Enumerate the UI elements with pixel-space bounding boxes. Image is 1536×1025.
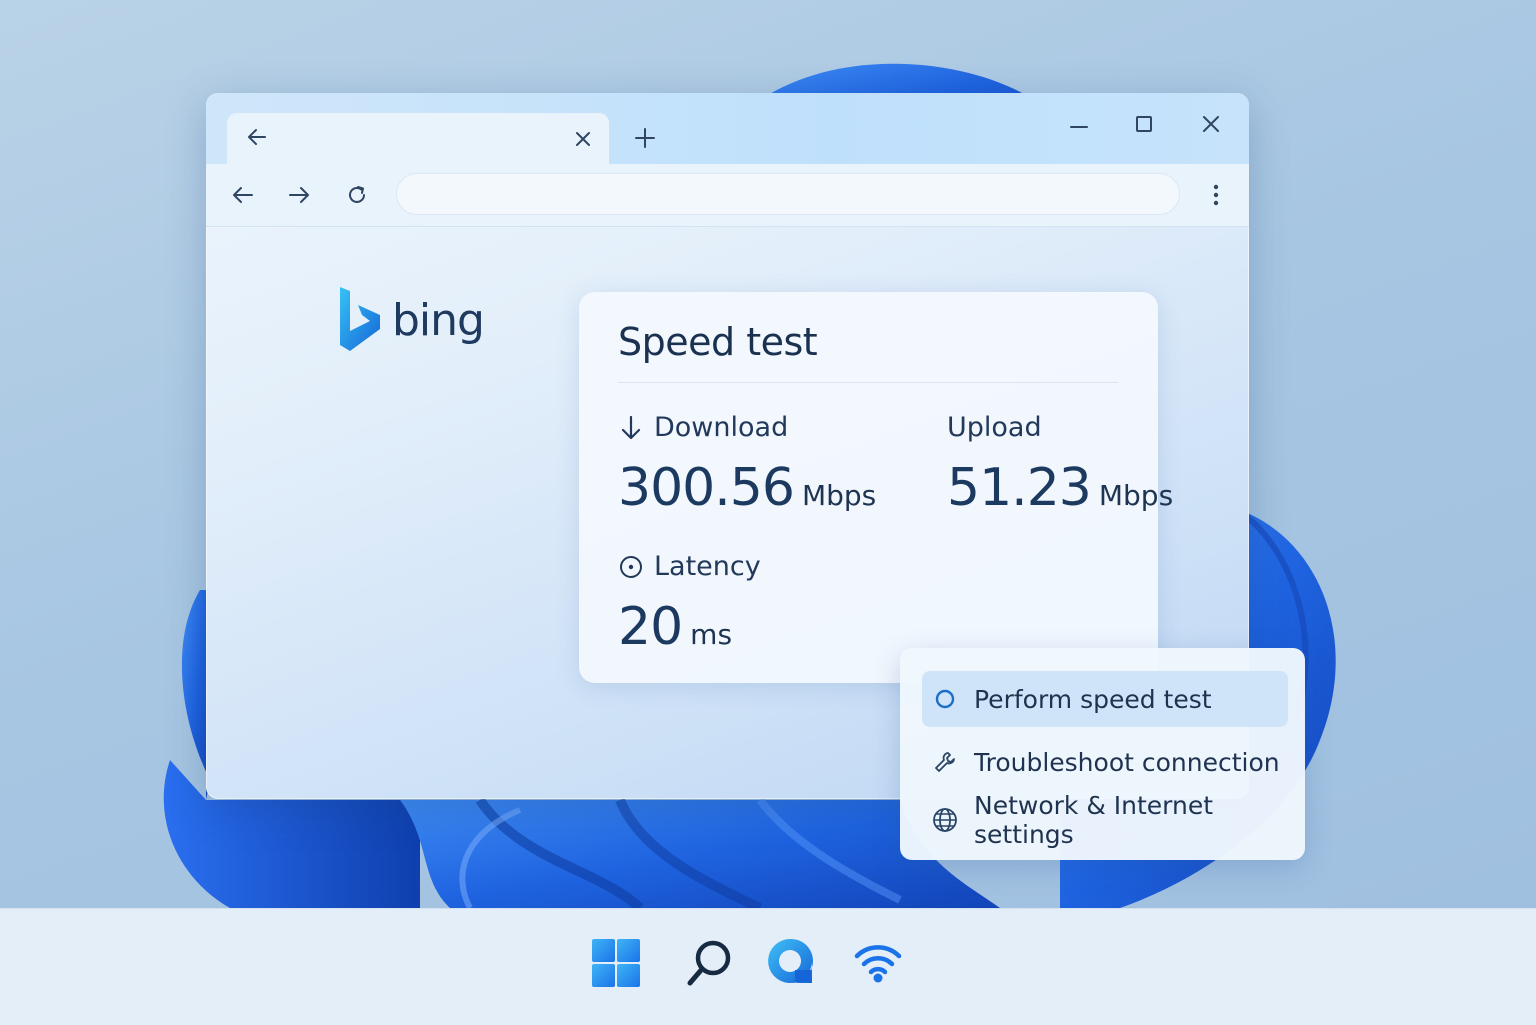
tab-strip [206,93,1249,164]
more-options-icon[interactable] [1202,180,1230,210]
search-icon[interactable] [684,937,736,989]
upload-unit: Mbps [1098,479,1174,512]
speed-test-card: Speed test Download 300.56 Mbps Upload 51… [579,292,1173,683]
download-value-row: 300.56 Mbps [618,458,876,518]
bing-logo[interactable]: bing [336,285,485,355]
maximize-icon[interactable] [1129,109,1159,139]
menu-item-troubleshoot-connection[interactable]: Troubleshoot connection [922,734,1288,790]
browser-tab[interactable] [227,113,609,164]
menu-item-network-settings[interactable]: Network & Internet settings [922,791,1288,849]
latency-label: Latency [654,551,761,582]
card-divider [618,382,1118,383]
circle-icon [932,686,958,712]
upload-label: Upload [947,412,1042,443]
browser-toolbar [206,164,1249,227]
bing-wordmark: bing [392,294,485,346]
forward-arrow-icon[interactable] [284,180,314,210]
window-close-icon[interactable] [1196,109,1226,139]
globe-icon [932,807,958,833]
upload-value-row: 51.23 Mbps [947,458,1173,518]
latency-clock-icon [620,555,642,578]
menu-item-label: Troubleshoot connection [974,747,1280,777]
tab-close-icon[interactable] [570,126,596,152]
minimize-icon[interactable] [1064,111,1094,141]
menu-item-label: Network & Internet settings [974,791,1214,849]
windows-start-icon[interactable] [590,937,642,989]
latency-label-row: Latency [618,551,761,582]
refresh-icon[interactable] [342,180,372,210]
latency-value-row: 20 ms [618,597,732,657]
download-value: 300.56 [618,458,795,518]
quick-actions-menu: Perform speed test Troubleshoot connecti… [900,648,1305,860]
download-label: Download [654,412,789,443]
menu-item-perform-speed-test[interactable]: Perform speed test [922,671,1288,727]
latency-unit: ms [690,618,733,651]
menu-item-label: Perform speed test [974,684,1212,714]
taskbar [0,908,1536,1025]
new-tab-plus-icon[interactable] [630,123,660,153]
wrench-icon [932,749,958,775]
tab-back-arrow-icon[interactable] [243,123,271,151]
download-unit: Mbps [801,479,877,512]
download-label-row: Download [618,412,788,443]
download-arrow-icon [621,415,641,439]
copilot-icon[interactable] [764,935,816,989]
upload-label-row: Upload [947,412,1042,443]
bing-mark-icon [340,287,380,351]
back-arrow-icon[interactable] [228,180,258,210]
wifi-icon[interactable] [852,939,904,987]
address-bar[interactable] [396,173,1180,215]
latency-value: 20 [618,597,683,657]
upload-value: 51.23 [947,458,1092,518]
speed-test-title: Speed test [618,320,818,364]
